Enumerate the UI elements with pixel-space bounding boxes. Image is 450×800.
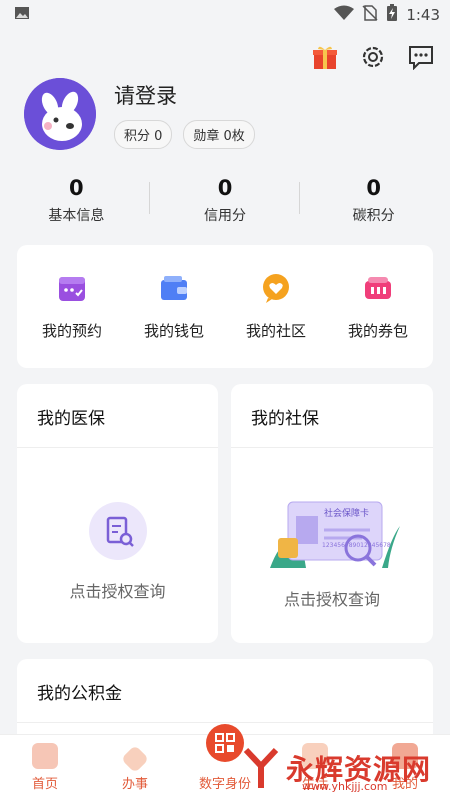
status-bar: 1:43 <box>0 0 450 30</box>
social-security-card[interactable]: 我的社保 社会保障卡 123456789012345678 点击授权查询 <box>231 384 433 643</box>
status-right: 1:43 <box>334 4 440 26</box>
watermark-url: www.yhkjjj.com <box>302 780 388 793</box>
watermark: 永辉资源网 www.yhkjjj.com <box>242 740 450 796</box>
medical-query-text[interactable]: 点击授权查询 <box>69 578 165 602</box>
message-icon[interactable] <box>406 42 436 72</box>
watermark-logo <box>243 747 279 788</box>
wifi-icon <box>334 5 355 25</box>
nav-label: 首页 <box>31 777 58 792</box>
quick-item-community[interactable]: 我的社区 <box>226 272 326 341</box>
quick-item-label: 我的券包 <box>347 322 408 340</box>
quick-item-label: 我的钱包 <box>143 322 204 340</box>
document-search-icon <box>88 502 147 564</box>
stat-divider <box>299 182 300 214</box>
quick-actions-card: 我的预约 我的钱包 我的社区 我的券包 <box>17 245 433 368</box>
home-icon <box>32 743 58 769</box>
picture-icon <box>14 5 30 25</box>
battery-charging-icon <box>386 4 398 26</box>
stat-basic-info[interactable]: 0 基本信息 <box>2 176 151 225</box>
stat-credit-score[interactable]: 0 信用分 <box>151 176 300 225</box>
status-time: 1:43 <box>406 6 440 24</box>
stats-row: 0 基本信息 0 信用分 0 碳积分 <box>0 176 450 225</box>
quick-item-label: 我的预约 <box>41 322 102 340</box>
gift-icon[interactable] <box>310 42 340 72</box>
stat-value: 0 <box>217 176 233 200</box>
community-icon <box>260 272 292 304</box>
nav-label: 办事 <box>121 777 148 792</box>
top-actions <box>310 42 436 72</box>
social-card-number: 123456789012345678 <box>322 542 391 549</box>
quick-item-wallet[interactable]: 我的钱包 <box>124 272 224 341</box>
profile-section[interactable]: 请登录 积分 0 勋章 0枚 <box>24 78 255 150</box>
badges-chip[interactable]: 勋章 0枚 <box>183 119 255 149</box>
points-chip[interactable]: 积分 0 <box>114 119 173 149</box>
quick-item-coupons[interactable]: 我的券包 <box>328 272 428 341</box>
stat-divider <box>149 182 150 214</box>
social-card-illustration: 社会保障卡 123456789012345678 <box>262 496 402 572</box>
avatar[interactable] <box>24 78 96 150</box>
stat-value: 0 <box>69 176 84 200</box>
login-prompt[interactable]: 请登录 <box>114 80 255 110</box>
medical-title: 我的医保 <box>17 384 218 448</box>
stat-carbon-points[interactable]: 0 碳积分 <box>299 176 448 225</box>
quick-item-label: 我的社区 <box>245 322 306 340</box>
stat-label: 信用分 <box>204 208 246 224</box>
wallet-icon <box>158 272 190 304</box>
medical-insurance-card[interactable]: 我的医保 点击授权查询 <box>17 384 218 643</box>
calendar-icon <box>56 272 88 304</box>
social-query-text[interactable]: 点击授权查询 <box>284 586 380 610</box>
coupon-icon <box>362 272 394 304</box>
stat-label: 碳积分 <box>352 208 395 224</box>
quick-item-appointments[interactable]: 我的预约 <box>22 272 122 341</box>
social-card-label: 社会保障卡 <box>324 509 370 519</box>
gear-icon[interactable] <box>358 42 388 72</box>
service-icon <box>120 744 150 774</box>
nav-home[interactable]: 首页 <box>5 743 85 792</box>
provident-title: 我的公积金 <box>17 659 433 723</box>
id-icon[interactable] <box>206 724 244 762</box>
nav-service[interactable]: 办事 <box>95 744 175 792</box>
social-title: 我的社保 <box>231 384 433 448</box>
no-sim-icon <box>362 5 378 25</box>
stat-label: 基本信息 <box>48 208 105 224</box>
stat-value: 0 <box>366 176 381 200</box>
